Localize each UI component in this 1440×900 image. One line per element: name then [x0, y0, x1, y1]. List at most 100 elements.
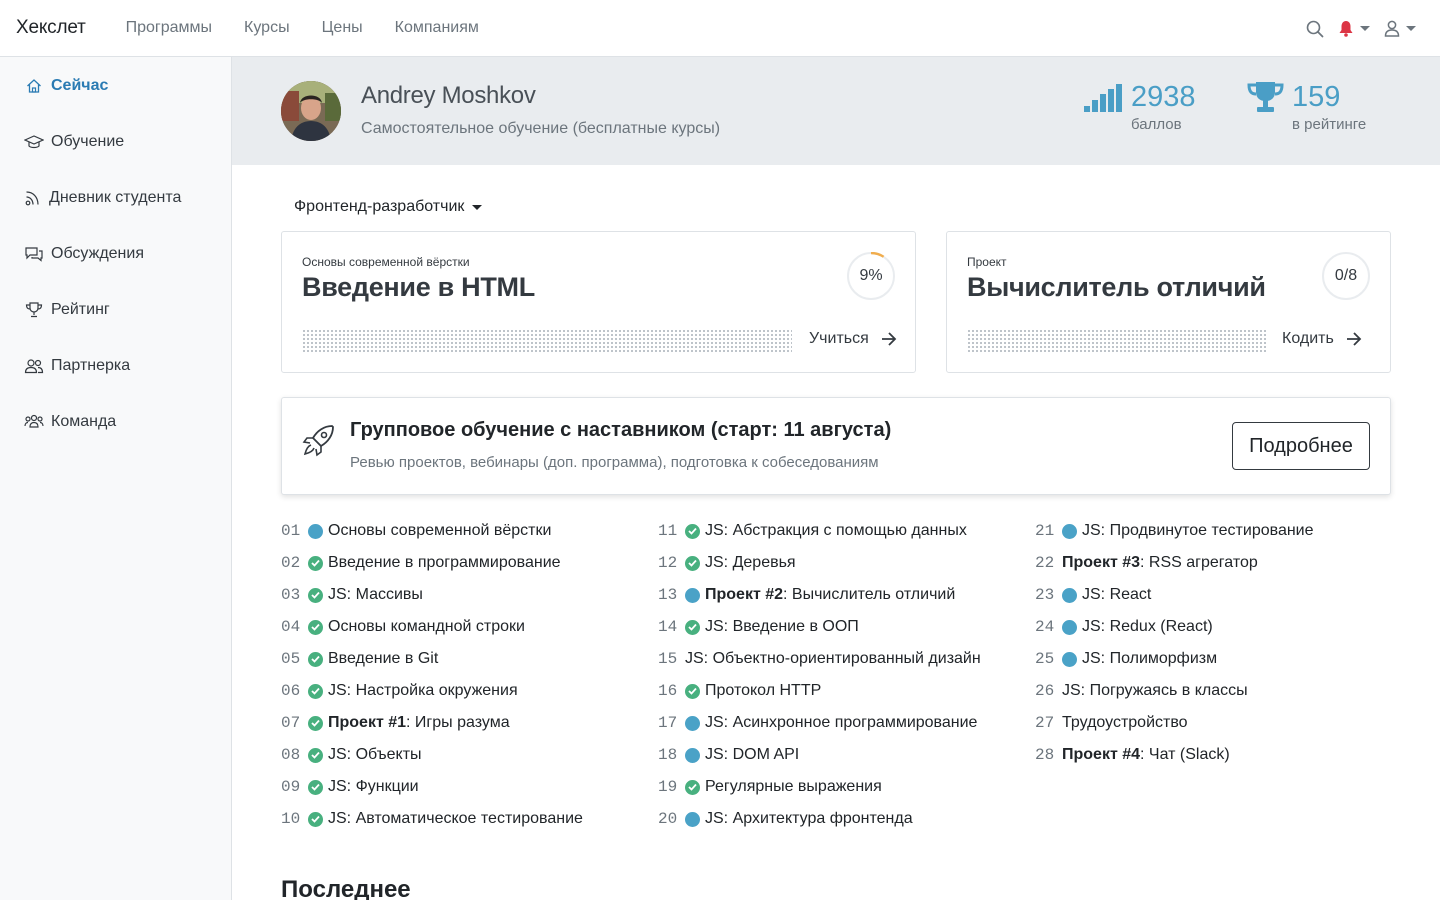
current-project-card[interactable]: Проект Вычислитель отличий 0/8 Кодить — [946, 231, 1391, 373]
check-circle-icon — [685, 683, 700, 699]
course-list-item[interactable]: 09 JS: Функции — [281, 771, 583, 803]
course-link[interactable]: JS: Полиморфизм — [1082, 650, 1217, 668]
course-list-item[interactable]: 24 JS: Redux (React) — [1035, 611, 1314, 643]
course-link[interactable]: Проект #1: Игры разума — [328, 714, 510, 732]
course-list-item[interactable]: 19 Регулярные выражения — [658, 771, 981, 803]
learn-button[interactable]: Учиться — [809, 330, 897, 348]
course-link[interactable]: Проект #2: Вычислитель отличий — [705, 586, 955, 604]
course-link[interactable]: Проект #3: RSS агрегатор — [1062, 554, 1258, 572]
rank-stat[interactable]: 159 в рейтинге — [1247, 79, 1366, 133]
course-list-item[interactable]: 10 JS: Автоматическое тестирование — [281, 803, 583, 835]
course-link[interactable]: JS: Автоматическое тестирование — [328, 810, 583, 828]
course-list-item[interactable]: 04 Основы командной строки — [281, 611, 583, 643]
avatar[interactable] — [281, 81, 341, 141]
course-list-item[interactable]: 22 Проект #3: RSS агрегатор — [1035, 547, 1314, 579]
learn-button-label: Учиться — [809, 330, 869, 347]
course-link[interactable]: JS: React — [1082, 586, 1151, 604]
sidebar-item-team[interactable]: Команда — [24, 412, 116, 432]
course-link[interactable]: JS: Объектно-ориентированный дизайн — [685, 650, 981, 668]
course-list-item[interactable]: 02 Введение в программирование — [281, 547, 583, 579]
course-list-item[interactable]: 05 Введение в Git — [281, 643, 583, 675]
course-link[interactable]: JS: Асинхронное программирование — [705, 714, 977, 732]
course-link[interactable]: JS: Архитектура фронтенда — [705, 810, 913, 828]
course-link[interactable]: JS: Объекты — [328, 746, 422, 764]
course-list-item[interactable]: 26 JS: Погружаясь в классы — [1035, 675, 1314, 707]
course-link[interactable]: JS: Введение в ООП — [705, 618, 859, 636]
points-stat[interactable]: 2938 баллов — [1084, 79, 1196, 133]
course-link[interactable]: Основы командной строки — [328, 618, 525, 636]
course-link[interactable]: Введение в программирование — [328, 554, 561, 572]
current-course-card[interactable]: Основы современной вёрстки Введение в HT… — [281, 231, 916, 373]
course-list-item[interactable]: 27 Трудоустройство — [1035, 707, 1314, 739]
course-link[interactable]: Основы современной вёрстки — [328, 522, 551, 540]
course-list-item[interactable]: 01 Основы современной вёрстки — [281, 515, 583, 547]
course-title: JS: Введение в ООП — [705, 618, 859, 635]
course-link[interactable]: JS: Деревья — [705, 554, 796, 572]
course-link[interactable]: Регулярные выражения — [705, 778, 882, 796]
course-list-item[interactable]: 07 Проект #1: Игры разума — [281, 707, 583, 739]
course-number: 10 — [281, 810, 301, 828]
sidebar-item-journal[interactable]: Дневник студента — [24, 188, 181, 208]
sidebar-item-partners[interactable]: Партнерка — [24, 356, 130, 376]
search-icon[interactable] — [1306, 20, 1324, 38]
course-list-item[interactable]: 11 JS: Абстракция с помощью данных — [658, 515, 981, 547]
nav-link-courses[interactable]: Курсы — [244, 19, 290, 37]
course-list-item[interactable]: 06 JS: Настройка окружения — [281, 675, 583, 707]
course-list-item[interactable]: 25 JS: Полиморфизм — [1035, 643, 1314, 675]
course-list-item[interactable]: 14 JS: Введение в ООП — [658, 611, 981, 643]
course-link[interactable]: JS: Функции — [328, 778, 419, 796]
course-link[interactable]: JS: Погружаясь в классы — [1062, 682, 1248, 700]
top-navbar: Хекслет Программы Курсы Цены Компаниям — [0, 0, 1440, 57]
course-title: JS: React — [1082, 586, 1152, 603]
course-list-item[interactable]: 28 Проект #4: Чат (Slack) — [1035, 739, 1314, 771]
course-list-item[interactable]: 15 JS: Объектно-ориентированный дизайн — [658, 643, 981, 675]
sidebar-item-label: Дневник студента — [49, 189, 182, 206]
course-list-item[interactable]: 21 JS: Продвинутое тестирование — [1035, 515, 1314, 547]
sidebar-item-rating[interactable]: Рейтинг — [24, 300, 110, 320]
course-link[interactable]: Трудоустройство — [1062, 714, 1188, 732]
course-list-item[interactable]: 12 JS: Деревья — [658, 547, 981, 579]
in-progress-dot-icon — [685, 587, 700, 603]
course-link[interactable]: JS: Продвинутое тестирование — [1082, 522, 1314, 540]
course-title: : Чат (Slack) — [1140, 746, 1230, 763]
notifications-dropdown[interactable] — [1338, 20, 1370, 37]
course-list-item[interactable]: 03 JS: Массивы — [281, 579, 583, 611]
course-link[interactable]: Проект #4: Чат (Slack) — [1062, 746, 1230, 764]
nav-link-prices[interactable]: Цены — [322, 19, 363, 37]
course-title[interactable]: Введение в HTML — [302, 272, 535, 303]
user-icon — [1384, 20, 1400, 37]
sidebar-item-learning[interactable]: Обучение — [24, 132, 124, 152]
course-list-item[interactable]: 13 Проект #2: Вычислитель отличий — [658, 579, 981, 611]
course-link[interactable]: JS: Массивы — [328, 586, 423, 604]
track-selector[interactable]: Фронтенд-разработчик — [294, 198, 483, 216]
nav-link-companies[interactable]: Компаниям — [395, 19, 479, 37]
project-title[interactable]: Вычислитель отличий — [967, 272, 1266, 303]
subscription-status[interactable]: Самостоятельное обучение (бесплатные кур… — [361, 120, 720, 138]
course-list-item[interactable]: 20 JS: Архитектура фронтенда — [658, 803, 981, 835]
sidebar-item-now[interactable]: Сейчас — [24, 76, 108, 96]
trophy-icon — [1247, 81, 1284, 133]
sidebar-item-discussions[interactable]: Обсуждения — [24, 244, 144, 264]
course-link[interactable]: JS: Redux (React) — [1082, 618, 1213, 636]
brand-logo[interactable]: Хекслет — [16, 17, 86, 39]
course-number: 24 — [1035, 618, 1055, 636]
code-button[interactable]: Кодить — [1282, 330, 1362, 348]
check-circle-icon — [685, 619, 700, 635]
course-number: 15 — [658, 650, 678, 668]
course-link[interactable]: JS: Абстракция с помощью данных — [705, 522, 967, 540]
user-menu-dropdown[interactable] — [1384, 20, 1416, 37]
course-list-item[interactable]: 18 JS: DOM API — [658, 739, 981, 771]
nav-link-programs[interactable]: Программы — [126, 19, 212, 37]
course-link[interactable]: JS: Настройка окружения — [328, 682, 518, 700]
course-link[interactable]: JS: DOM API — [705, 746, 799, 764]
course-list-item[interactable]: 08 JS: Объекты — [281, 739, 583, 771]
course-number: 21 — [1035, 522, 1055, 540]
course-list-item[interactable]: 16 Протокол HTTP — [658, 675, 981, 707]
course-link[interactable]: Протокол HTTP — [705, 682, 821, 700]
course-link[interactable]: Введение в Git — [328, 650, 438, 668]
more-info-button[interactable]: Подробнее — [1232, 422, 1370, 470]
group-learning-banner: Групповое обучение с наставником (старт:… — [281, 397, 1391, 495]
bell-icon — [1339, 21, 1353, 37]
course-list-item[interactable]: 17 JS: Асинхронное программирование — [658, 707, 981, 739]
course-list-item[interactable]: 23 JS: React — [1035, 579, 1314, 611]
